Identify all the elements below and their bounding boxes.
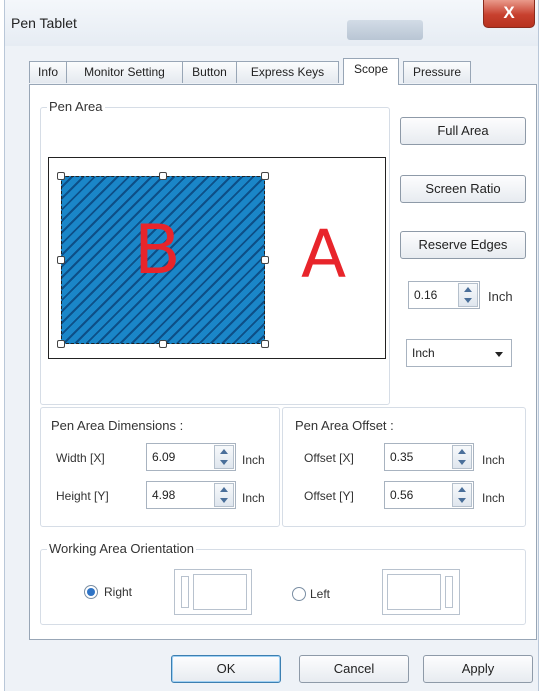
- pen-area-rectangle[interactable]: B: [61, 176, 265, 344]
- resize-handle-left[interactable]: [57, 256, 65, 264]
- height-stepper[interactable]: 4.98: [146, 481, 236, 509]
- resize-handle-bottom-left[interactable]: [57, 340, 65, 348]
- arrow-up-icon[interactable]: [458, 487, 466, 492]
- orientation-right-radio[interactable]: [84, 585, 98, 599]
- arrow-down-icon[interactable]: [220, 460, 228, 465]
- ok-button[interactable]: OK: [171, 655, 281, 683]
- width-spin-arrows[interactable]: [214, 445, 234, 469]
- reserve-edges-unit: Inch: [488, 289, 513, 304]
- offset-x-label: Offset [X]: [304, 451, 354, 465]
- tablet-area-map[interactable]: A B: [48, 157, 386, 359]
- arrow-up-icon[interactable]: [458, 449, 466, 454]
- title-bar-blurred-control: [347, 20, 423, 40]
- orientation-left-radio[interactable]: [292, 587, 306, 601]
- close-button[interactable]: X: [483, 0, 535, 28]
- tablet-area-label-a: A: [301, 216, 347, 293]
- resize-handle-bottom-right[interactable]: [261, 340, 269, 348]
- resize-handle-top-right[interactable]: [261, 172, 269, 180]
- pen-area-offset-label: Pen Area Offset :: [293, 418, 396, 433]
- cancel-button[interactable]: Cancel: [299, 655, 409, 683]
- window-title: Pen Tablet: [11, 15, 77, 31]
- tab-pressure[interactable]: Pressure: [403, 61, 471, 83]
- offset-x-value: 0.35: [390, 450, 414, 464]
- resize-handle-right[interactable]: [261, 256, 269, 264]
- orientation-left-label[interactable]: Left: [310, 587, 330, 601]
- height-unit: Inch: [242, 491, 265, 505]
- width-label: Width [X]: [56, 451, 105, 465]
- orientation-left-pad: [387, 574, 441, 610]
- full-area-button[interactable]: Full Area: [400, 117, 526, 145]
- orientation-right-label[interactable]: Right: [104, 585, 132, 599]
- tab-button[interactable]: Button: [182, 61, 237, 83]
- arrow-up-icon[interactable]: [220, 449, 228, 454]
- apply-button[interactable]: Apply: [423, 655, 533, 683]
- pen-area-dimensions-label: Pen Area Dimensions :: [49, 418, 186, 433]
- offset-x-unit: Inch: [482, 453, 505, 467]
- reserve-edges-spin-arrows[interactable]: [458, 283, 478, 307]
- reserve-edges-value: 0.16: [414, 288, 438, 302]
- unit-select[interactable]: Inch: [406, 339, 512, 367]
- offset-y-unit: Inch: [482, 491, 505, 505]
- height-label: Height [Y]: [56, 489, 109, 503]
- arrow-down-icon[interactable]: [458, 498, 466, 503]
- width-stepper[interactable]: 6.09: [146, 443, 236, 471]
- offset-y-stepper[interactable]: 0.56: [384, 481, 474, 509]
- tab-info[interactable]: Info: [29, 61, 67, 83]
- width-value: 6.09: [152, 450, 176, 464]
- pen-tablet-dialog: Pen Tablet X Info Monitor Setting Button…: [4, 0, 539, 691]
- arrow-up-icon[interactable]: [220, 487, 228, 492]
- arrow-down-icon[interactable]: [220, 498, 228, 503]
- orientation-left-strip: [445, 576, 453, 608]
- offset-y-value: 0.56: [390, 488, 414, 502]
- resize-handle-bottom[interactable]: [159, 340, 167, 348]
- scope-tab-page: Pen Area A B Full Area Screen Ratio Rese…: [29, 84, 537, 640]
- orientation-right-strip: [181, 576, 189, 608]
- offset-y-label: Offset [Y]: [304, 489, 354, 503]
- offset-y-spin-arrows[interactable]: [452, 483, 472, 507]
- screen-ratio-button[interactable]: Screen Ratio: [400, 175, 526, 203]
- width-unit: Inch: [242, 453, 265, 467]
- arrow-down-icon[interactable]: [464, 298, 472, 303]
- height-value: 4.98: [152, 488, 176, 502]
- height-spin-arrows[interactable]: [214, 483, 234, 507]
- reserve-edges-button[interactable]: Reserve Edges: [400, 231, 526, 259]
- offset-x-spin-arrows[interactable]: [452, 445, 472, 469]
- reserve-edges-stepper[interactable]: 0.16: [408, 281, 480, 309]
- tab-scope[interactable]: Scope: [343, 58, 399, 85]
- unit-select-value: Inch: [412, 346, 435, 360]
- resize-handle-top[interactable]: [159, 172, 167, 180]
- tab-monitor-setting[interactable]: Monitor Setting: [66, 61, 183, 83]
- arrow-up-icon[interactable]: [464, 287, 472, 292]
- orientation-right-diagram: [174, 569, 252, 615]
- pen-area-label-b: B: [134, 211, 181, 290]
- offset-x-stepper[interactable]: 0.35: [384, 443, 474, 471]
- chevron-down-icon: [495, 352, 503, 357]
- pen-area-group-label: Pen Area: [47, 99, 105, 114]
- arrow-down-icon[interactable]: [458, 460, 466, 465]
- orientation-left-diagram: [382, 569, 460, 615]
- tab-express-keys[interactable]: Express Keys: [236, 61, 339, 83]
- orientation-right-pad: [193, 574, 247, 610]
- working-area-orientation-label: Working Area Orientation: [47, 541, 196, 556]
- title-bar: Pen Tablet X: [5, 0, 538, 46]
- resize-handle-top-left[interactable]: [57, 172, 65, 180]
